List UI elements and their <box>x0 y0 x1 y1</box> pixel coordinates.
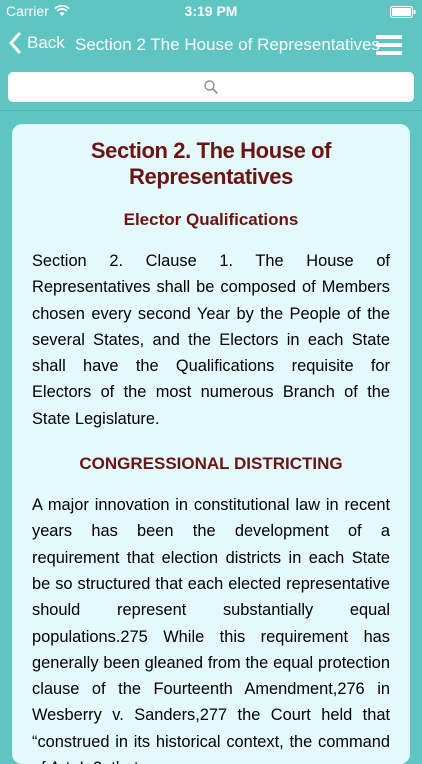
nav-title: Section 2 The House of Representatives <box>75 35 380 54</box>
search-bar[interactable] <box>8 72 418 104</box>
subsection-heading: CONGRESSIONAL DISTRICTING <box>79 454 343 474</box>
hamburger-menu-icon <box>376 35 402 55</box>
chevron-left-icon <box>9 32 21 54</box>
clause-paragraph: Section 2. Clause 1. The House of Repres… <box>32 252 390 428</box>
commentary-paragraph: A major innovation in constitutional law… <box>32 496 390 764</box>
menu-button[interactable] <box>376 34 402 61</box>
content-card: Section 2. The House of Representatives … <box>12 124 410 764</box>
back-label: Back <box>27 33 65 52</box>
back-button[interactable]: Back <box>8 32 65 54</box>
section-title: Section 2. The House of Representatives <box>90 138 332 189</box>
battery-icon <box>390 5 416 21</box>
status-time: 3:19 PM <box>184 3 238 19</box>
search-input[interactable] <box>8 72 418 104</box>
status-bar: Carrier 3:19 PM <box>0 0 422 22</box>
section-subtitle: Elector Qualifications <box>123 210 299 229</box>
navigation-bar: Back Section 2 The House of Representati… <box>0 22 422 66</box>
divider <box>0 110 422 111</box>
